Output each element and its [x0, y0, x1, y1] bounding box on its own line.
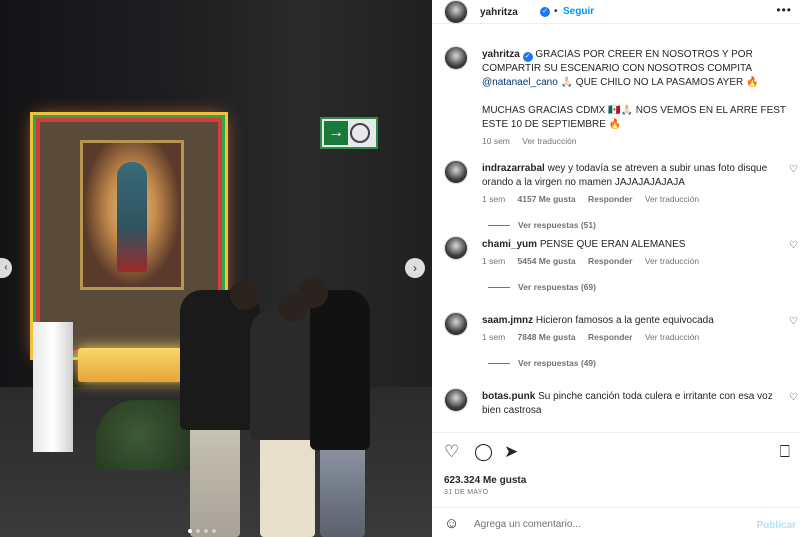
comment-meta: 1 sem 4157 Me gusta Responder Ver traduc… [482, 194, 709, 204]
author-username[interactable]: yahritza [480, 7, 518, 18]
caption-time: 10 sem [482, 136, 510, 146]
caption-body: GRACIAS POR CREER EN NOSOTROS Y POR COMP… [482, 49, 753, 74]
replies-line [488, 363, 510, 365]
action-bar: ♡ ◯ ➤ ⎕ 623.324 Me gusta 31 DE MAYO [432, 432, 800, 502]
translate-link[interactable]: Ver traducción [645, 332, 699, 342]
verified-badge-icon: ✓ [522, 52, 533, 62]
comments-scroll[interactable]: yahritza ✓ GRACIAS POR CREER EN NOSOTROS… [432, 36, 800, 432]
post-header: yahritza ✓ • Seguir ••• [432, 0, 800, 24]
comment-item: indrazarrabal wey y todavía se atreven a… [432, 160, 800, 236]
comment-item: botas.punk Su pinche canción toda culera… [432, 388, 800, 432]
chevron-right-icon[interactable]: › [405, 258, 425, 278]
comment-avatar[interactable] [444, 388, 468, 412]
arrow-icon: → [324, 121, 348, 145]
heart-icon[interactable]: ♡ [789, 164, 798, 175]
caption-text: yahritza ✓ GRACIAS POR CREER EN NOSOTROS… [482, 48, 787, 132]
comment-time: 1 sem [482, 332, 506, 342]
publish-button[interactable]: Publicar [757, 520, 796, 531]
comment-username[interactable]: chami_yum [482, 239, 537, 250]
view-replies-label: Ver respuestas (69) [518, 282, 596, 292]
more-options-icon[interactable]: ••• [776, 3, 792, 17]
comment-body: chami_yum PENSE QUE ERAN ALEMANES [482, 238, 778, 252]
reply-button[interactable]: Responder [588, 332, 632, 342]
comment-username[interactable]: indrazarrabal [482, 163, 545, 174]
exit-sign: → [320, 117, 378, 149]
post-photo[interactable]: → ‹ › [0, 0, 432, 537]
replies-line [488, 287, 510, 289]
comment-meta: 1 sem 7848 Me gusta Responder Ver traduc… [482, 332, 709, 342]
person-legs [260, 430, 315, 537]
candles [78, 348, 192, 382]
comment-username[interactable]: saam.jmnz [482, 315, 533, 326]
heart-icon[interactable]: ♡ [789, 392, 798, 403]
person-legs [320, 440, 365, 537]
author-avatar[interactable] [444, 0, 468, 24]
heart-icon[interactable]: ♡ [789, 240, 798, 251]
white-pillar [33, 322, 73, 452]
comment-meta: 1 sem 5454 Me gusta Responder Ver traduc… [482, 256, 709, 266]
carousel-dots [188, 529, 216, 533]
heart-icon[interactable]: ♡ [444, 443, 459, 461]
add-comment-bar: ☺ Publicar [432, 507, 800, 537]
translate-link[interactable]: Ver traducción [522, 136, 576, 146]
people-group [180, 270, 370, 537]
share-icon[interactable]: ➤ [504, 443, 518, 461]
no-smoking-icon [350, 123, 370, 143]
person-head [230, 280, 260, 310]
comment-time: 1 sem [482, 194, 506, 204]
replies-line [488, 225, 510, 227]
mention-link[interactable]: @natanael_cano [482, 77, 558, 88]
caption: yahritza ✓ GRACIAS POR CREER EN NOSOTROS… [432, 36, 800, 154]
caption-body-3: MUCHAS GRACIAS CDMX 🇲🇽🙏🏻 NOS VEMOS EN EL… [482, 105, 786, 130]
carousel-dot [196, 529, 200, 533]
reply-button[interactable]: Responder [588, 194, 632, 204]
comment-icon[interactable]: ◯ [474, 443, 493, 461]
caption-body-2: 🙏🏻 QUE CHILO NO LA PASAMOS AYER 🔥 [560, 77, 759, 88]
view-replies-label: Ver respuestas (49) [518, 358, 596, 368]
carousel-dot [188, 529, 192, 533]
view-replies[interactable]: Ver respuestas (69) [488, 282, 596, 292]
comment-text: Hicieron famosos a la gente equivocada [535, 315, 714, 326]
carousel-dot [212, 529, 216, 533]
separator-dot: • [554, 6, 558, 17]
person-legs [190, 420, 240, 537]
comment-username[interactable]: botas.punk [482, 391, 535, 402]
view-replies[interactable]: Ver respuestas (51) [488, 220, 596, 230]
emoji-icon[interactable]: ☺ [444, 515, 459, 532]
person [310, 290, 370, 450]
follow-button[interactable]: Seguir [563, 6, 594, 17]
comment-likes[interactable]: 5454 Me gusta [518, 256, 576, 266]
comment-body: botas.punk Su pinche canción toda culera… [482, 390, 778, 418]
comment-text: PENSE QUE ERAN ALEMANES [539, 239, 686, 250]
verified-badge-icon: ✓ [540, 7, 550, 17]
comment-item: saam.jmnz Hicieron famosos a la gente eq… [432, 312, 800, 388]
caption-username[interactable]: yahritza [482, 49, 520, 60]
virgin-figure [117, 162, 147, 272]
caption-meta: 10 sem Ver traducción [482, 136, 587, 146]
comment-body: indrazarrabal wey y todavía se atreven a… [482, 162, 778, 190]
comment-avatar[interactable] [444, 312, 468, 336]
comment-avatar[interactable] [444, 236, 468, 260]
translate-link[interactable]: Ver traducción [645, 256, 699, 266]
caption-avatar[interactable] [444, 46, 468, 70]
comment-body: saam.jmnz Hicieron famosos a la gente eq… [482, 314, 778, 328]
view-replies-label: Ver respuestas (51) [518, 220, 596, 230]
reply-button[interactable]: Responder [588, 256, 632, 266]
comment-likes[interactable]: 4157 Me gusta [518, 194, 576, 204]
post-date: 31 DE MAYO [444, 489, 489, 496]
post-panel: yahritza ✓ • Seguir ••• yahritza ✓ GRACI… [432, 0, 800, 537]
comment-input[interactable] [474, 516, 734, 532]
carousel-dot [204, 529, 208, 533]
bookmark-icon[interactable]: ⎕ [780, 443, 790, 461]
heart-icon[interactable]: ♡ [789, 316, 798, 327]
person [180, 290, 260, 430]
comment-item: chami_yum PENSE QUE ERAN ALEMANES ♡ 1 se… [432, 236, 800, 312]
comment-likes[interactable]: 7848 Me gusta [518, 332, 576, 342]
view-replies[interactable]: Ver respuestas (49) [488, 358, 596, 368]
comment-avatar[interactable] [444, 160, 468, 184]
translate-link[interactable]: Ver traducción [645, 194, 699, 204]
comment-time: 1 sem [482, 256, 506, 266]
likes-count[interactable]: 623.324 Me gusta [444, 475, 526, 486]
person-head [298, 278, 328, 308]
